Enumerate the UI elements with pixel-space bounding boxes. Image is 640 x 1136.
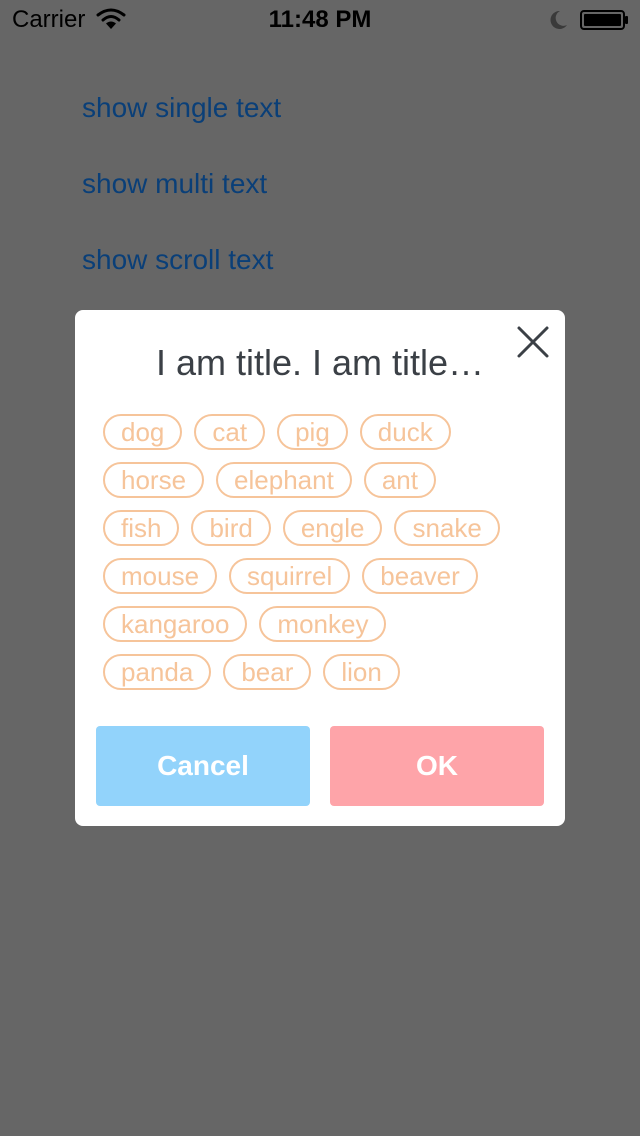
dialog-title: I am title. I am title… [155, 342, 485, 383]
tag-kangaroo[interactable]: kangaroo [103, 606, 248, 642]
tag-snake[interactable]: snake [394, 510, 500, 546]
tag-row: fish bird engle snake [103, 510, 543, 546]
tag-fish[interactable]: fish [103, 510, 180, 546]
status-bar: Carrier 11:48 PM [0, 0, 640, 40]
battery-icon [580, 10, 630, 30]
tag-ant[interactable]: ant [363, 462, 436, 498]
tag-lion[interactable]: lion [323, 654, 400, 690]
tag-panda[interactable]: panda [103, 654, 212, 690]
show-scroll-text-link[interactable]: show scroll text [82, 244, 273, 276]
tag-monkey[interactable]: monkey [259, 606, 387, 642]
tag-cat[interactable]: cat [194, 414, 266, 450]
tag-row: dog cat pig duck [103, 414, 543, 450]
ok-button[interactable]: OK [330, 726, 544, 806]
dialog: I am title. I am title… dog cat pig duck hor… [75, 310, 565, 826]
status-time: 11:48 PM [268, 6, 372, 33]
show-multi-text-link[interactable]: show multi text [82, 168, 267, 200]
tag-engle[interactable]: engle [282, 510, 383, 546]
tag-beaver[interactable]: beaver [362, 558, 478, 594]
show-single-text-link[interactable]: show single text [82, 92, 281, 124]
tag-row: panda bear lion [103, 654, 543, 690]
tag-row: horse elephant ant [103, 462, 543, 498]
tag-duck[interactable]: duck [359, 414, 451, 450]
cancel-button[interactable]: Cancel [96, 726, 310, 806]
tag-elephant[interactable]: elephant [216, 462, 352, 498]
tag-pig[interactable]: pig [277, 414, 348, 450]
tag-row: kangaroo monkey [103, 606, 543, 642]
tag-squirrel[interactable]: squirrel [229, 558, 351, 594]
tag-dog[interactable]: dog [103, 414, 183, 450]
close-button[interactable] [513, 322, 553, 362]
tag-row: mouse squirrel beaver [103, 558, 543, 594]
tag-horse[interactable]: horse [103, 462, 205, 498]
tag-mouse[interactable]: mouse [103, 558, 218, 594]
close-icon [517, 326, 549, 358]
tag-bear[interactable]: bear [223, 654, 312, 690]
moon-icon [546, 8, 570, 32]
tag-bird[interactable]: bird [191, 510, 271, 546]
tag-list: dog cat pig duck horse elephant ant fish bird eng… [103, 414, 543, 702]
